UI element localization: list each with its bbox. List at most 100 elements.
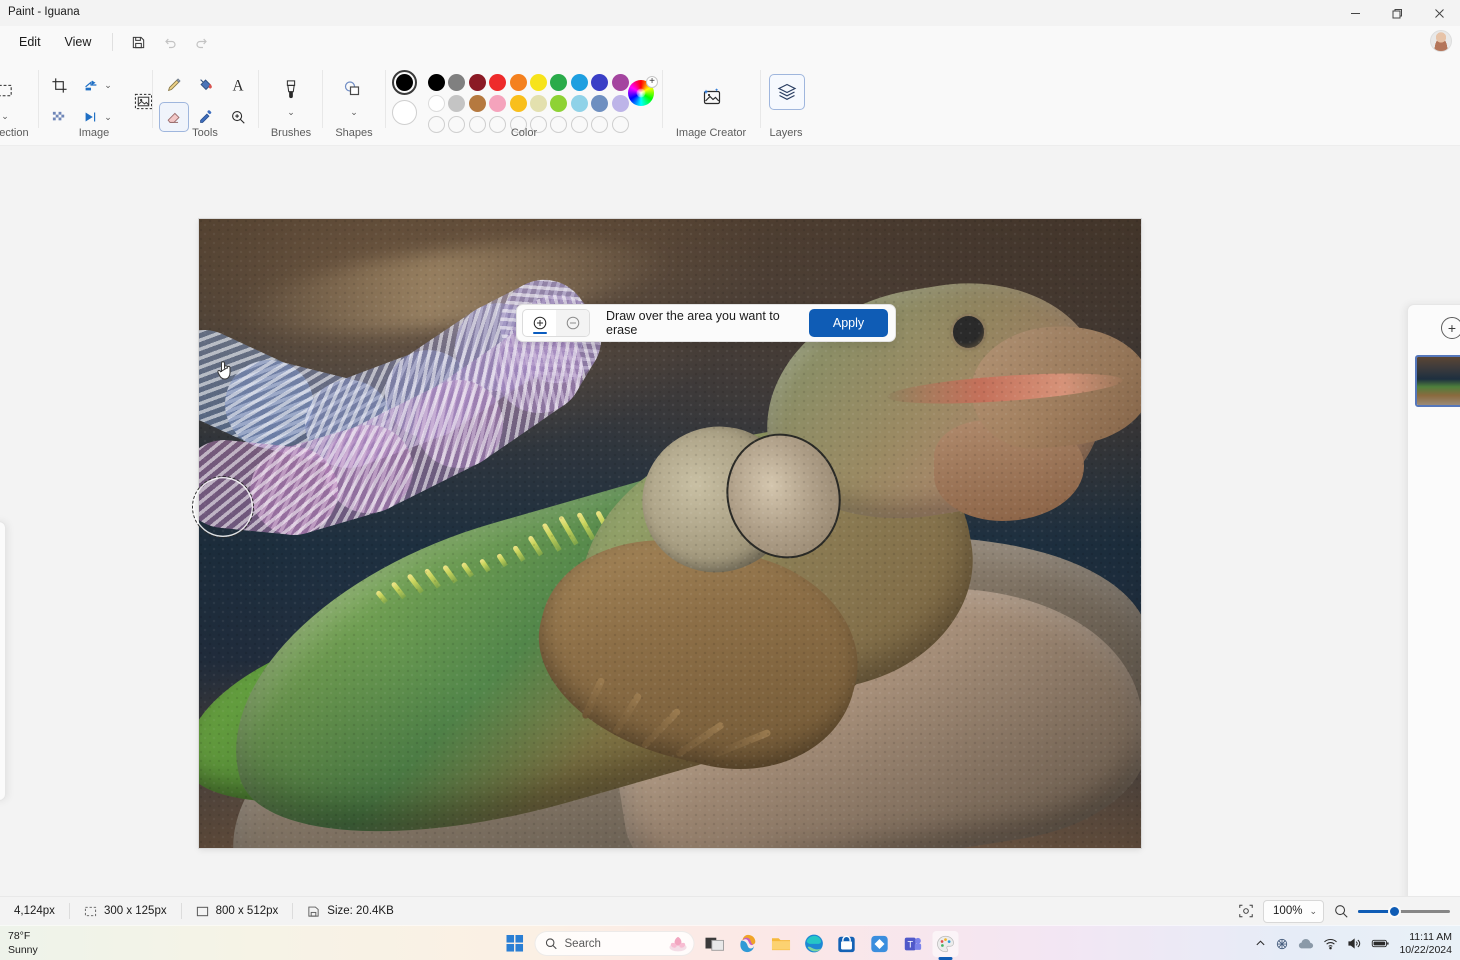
fit-to-window-icon[interactable] bbox=[1238, 903, 1254, 919]
color-swatch-row2-0[interactable] bbox=[428, 95, 445, 112]
group-selection-label: Selection bbox=[0, 127, 40, 139]
selection-dropdown[interactable]: ⌄ bbox=[0, 108, 20, 124]
svg-text:T: T bbox=[907, 939, 913, 949]
pencil-tool[interactable] bbox=[159, 70, 189, 100]
primary-color-swatch[interactable] bbox=[392, 70, 417, 95]
brushes-tool[interactable] bbox=[276, 74, 306, 104]
teams-icon[interactable]: T bbox=[900, 931, 926, 957]
save-icon[interactable] bbox=[123, 29, 153, 55]
magnifier-icon[interactable] bbox=[1333, 903, 1349, 919]
crop-tool[interactable] bbox=[44, 70, 74, 100]
layers-button[interactable] bbox=[769, 74, 805, 110]
subtract-region-button[interactable] bbox=[556, 310, 589, 336]
undo-icon[interactable] bbox=[155, 29, 185, 55]
group-image-creator-label: Image Creator bbox=[665, 127, 757, 139]
color-swatch-row2-9[interactable] bbox=[612, 95, 629, 112]
start-button[interactable] bbox=[502, 931, 528, 957]
shapes-dropdown[interactable]: ⌄ bbox=[339, 104, 369, 120]
shapes-tool[interactable] bbox=[337, 74, 367, 104]
battery-icon[interactable] bbox=[1371, 938, 1390, 949]
copilot-icon[interactable] bbox=[735, 931, 761, 957]
paint-icon[interactable] bbox=[933, 931, 959, 957]
apply-button[interactable]: Apply bbox=[809, 309, 888, 337]
rectangular-selection-tool[interactable] bbox=[0, 76, 20, 106]
add-layer-button[interactable]: + bbox=[1441, 317, 1460, 339]
zoom-slider-knob[interactable] bbox=[1388, 905, 1401, 918]
clock-date: 10/22/2024 bbox=[1399, 944, 1452, 957]
text-tool[interactable]: A bbox=[223, 70, 253, 100]
volume-icon[interactable] bbox=[1347, 937, 1362, 950]
onedrive-app-icon[interactable] bbox=[867, 931, 893, 957]
search-placeholder: Search bbox=[565, 938, 601, 950]
color-swatch-row2-3[interactable] bbox=[489, 95, 506, 112]
color-swatch-row2-5[interactable] bbox=[530, 95, 547, 112]
color-swatch-row2-2[interactable] bbox=[469, 95, 486, 112]
fill-tool[interactable] bbox=[191, 70, 221, 100]
color-wheel-icon[interactable]: + bbox=[628, 80, 654, 106]
add-region-button[interactable] bbox=[523, 310, 556, 336]
search-box[interactable]: Search bbox=[535, 931, 695, 956]
left-flyout-panel[interactable] bbox=[0, 521, 6, 801]
color-swatch-row2-8[interactable] bbox=[591, 95, 608, 112]
chevron-down-icon: ⌄ bbox=[1, 111, 9, 122]
task-view-icon[interactable] bbox=[702, 931, 728, 957]
color-swatch-row2-1[interactable] bbox=[448, 95, 465, 112]
add-color-icon[interactable]: + bbox=[646, 76, 658, 88]
color-swatch-row1-2[interactable] bbox=[469, 74, 486, 91]
weather-temperature: 78°F bbox=[8, 929, 38, 943]
store-icon[interactable] bbox=[834, 931, 860, 957]
zoom-slider[interactable] bbox=[1358, 903, 1450, 919]
widgets-icon[interactable] bbox=[668, 934, 689, 953]
window-controls bbox=[1334, 0, 1460, 26]
status-cursor-position: 4,124px bbox=[0, 902, 69, 920]
ribbon-divider bbox=[322, 70, 323, 128]
weather-widget[interactable]: 78°F Sunny bbox=[8, 929, 38, 957]
image-creator-button[interactable] bbox=[695, 80, 729, 114]
color-swatch-row1-0[interactable] bbox=[428, 74, 445, 91]
ribbon-divider bbox=[760, 70, 761, 128]
zoom-level-dropdown[interactable]: 100% ⌄ bbox=[1263, 900, 1324, 923]
color-swatch-row1-9[interactable] bbox=[612, 74, 629, 91]
color-swatch-row1-7[interactable] bbox=[571, 74, 588, 91]
color-swatch-row2-6[interactable] bbox=[550, 95, 567, 112]
taskbar: 78°F Sunny Search bbox=[0, 925, 1460, 960]
color-swatch-row1-1[interactable] bbox=[448, 74, 465, 91]
chevron-up-icon[interactable] bbox=[1255, 938, 1266, 949]
group-tools: A Tools bbox=[155, 58, 255, 146]
file-size-icon bbox=[307, 905, 320, 918]
color-swatch-row1-8[interactable] bbox=[591, 74, 608, 91]
menu-view[interactable]: View bbox=[54, 29, 103, 55]
taskbar-clock[interactable]: 11:11 AM 10/22/2024 bbox=[1399, 931, 1452, 957]
color-swatch-row1-6[interactable] bbox=[550, 74, 567, 91]
color-swatch-row1-3[interactable] bbox=[489, 74, 506, 91]
layer-thumbnail-photo[interactable] bbox=[1415, 355, 1460, 407]
color-swatch-row1-4[interactable] bbox=[510, 74, 527, 91]
layers-panel: + bbox=[1407, 304, 1460, 960]
user-avatar[interactable] bbox=[1430, 30, 1452, 52]
status-image-size-value: 800 x 512px bbox=[216, 905, 279, 917]
network-icon[interactable] bbox=[1275, 937, 1289, 951]
minimize-button[interactable] bbox=[1334, 0, 1376, 26]
group-tools-label: Tools bbox=[155, 127, 255, 139]
menu-edit[interactable]: Edit bbox=[8, 29, 52, 55]
group-image-label: Image bbox=[40, 127, 148, 139]
cloud-icon[interactable] bbox=[1298, 937, 1314, 950]
file-explorer-icon[interactable] bbox=[768, 931, 794, 957]
rotate-dropdown[interactable]: ⌄ bbox=[100, 70, 116, 100]
wifi-icon[interactable] bbox=[1323, 937, 1338, 950]
brushes-dropdown[interactable]: ⌄ bbox=[276, 104, 306, 120]
edge-icon[interactable] bbox=[801, 931, 827, 957]
color-swatch-row2-4[interactable] bbox=[510, 95, 527, 112]
group-selection: ⌄ Selection bbox=[0, 58, 40, 146]
color-swatch-row1-5[interactable] bbox=[530, 74, 547, 91]
group-image-creator: Image Creator bbox=[665, 58, 757, 146]
secondary-color-swatch[interactable] bbox=[392, 100, 417, 125]
canvas-work-area[interactable]: Draw over the area you want to erase App… bbox=[0, 146, 1460, 896]
resize-tool[interactable] bbox=[128, 86, 158, 116]
restore-button[interactable] bbox=[1376, 0, 1418, 26]
color-swatch-row2-7[interactable] bbox=[571, 95, 588, 112]
close-button[interactable] bbox=[1418, 0, 1460, 26]
redo-icon[interactable] bbox=[187, 29, 217, 55]
status-cursor-position-value: 4,124px bbox=[14, 905, 55, 917]
paint-window: Paint - Iguana Edit View bbox=[0, 0, 1460, 925]
